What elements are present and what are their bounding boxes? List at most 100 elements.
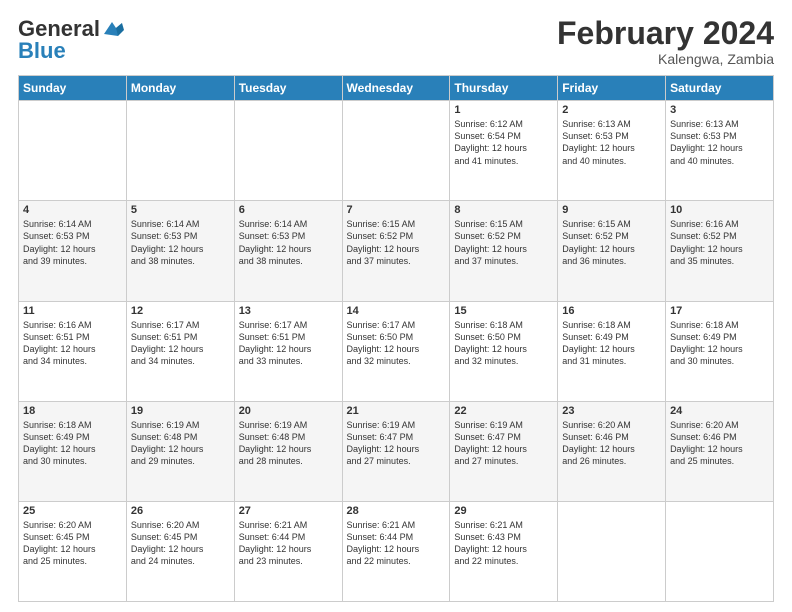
day-number: 9 [562,204,661,216]
table-row: 23 Sunrise: 6:20 AM Sunset: 6:46 PM Dayli… [558,401,666,501]
table-row: 16 Sunrise: 6:18 AM Sunset: 6:49 PM Dayli… [558,301,666,401]
day-info: Sunrise: 6:19 AM Sunset: 6:48 PM Dayligh… [239,419,338,468]
day-info: Sunrise: 6:14 AM Sunset: 6:53 PM Dayligh… [23,218,122,267]
day-info: Sunrise: 6:18 AM Sunset: 6:49 PM Dayligh… [670,319,769,368]
table-row: 11 Sunrise: 6:16 AM Sunset: 6:51 PM Dayli… [19,301,127,401]
calendar-week-row: 11 Sunrise: 6:16 AM Sunset: 6:51 PM Dayli… [19,301,774,401]
calendar-week-row: 25 Sunrise: 6:20 AM Sunset: 6:45 PM Dayli… [19,501,774,601]
table-row: 20 Sunrise: 6:19 AM Sunset: 6:48 PM Dayli… [234,401,342,501]
day-number: 21 [347,405,446,417]
table-row: 4Sunrise: 6:14 AM Sunset: 6:53 PM Daylig… [19,201,127,301]
table-row: 15Sunrise: 6:18 AM Sunset: 6:50 PM Dayli… [450,301,558,401]
table-row: 22 Sunrise: 6:19 AM Sunset: 6:47 PM Dayli… [450,401,558,501]
col-monday: Monday [126,76,234,101]
table-row [666,501,774,601]
col-wednesday: Wednesday [342,76,450,101]
day-info: Sunrise: 6:17 AM Sunset: 6:51 PM Dayligh… [239,319,338,368]
day-info: Sunrise: 6:19 AM Sunset: 6:47 PM Dayligh… [454,419,553,468]
day-info: Sunrise: 6:20 AM Sunset: 6:46 PM Dayligh… [670,419,769,468]
day-number: 20 [239,405,338,417]
day-number: 3 [670,104,769,116]
col-thursday: Thursday [450,76,558,101]
calendar-table: Sunday Monday Tuesday Wednesday Thursday… [18,75,774,602]
day-number: 12 [131,305,230,317]
day-info: Sunrise: 6:17 AM Sunset: 6:50 PM Dayligh… [347,319,446,368]
table-row: 18 Sunrise: 6:18 AM Sunset: 6:49 PM Dayli… [19,401,127,501]
day-info: Sunrise: 6:16 AM Sunset: 6:51 PM Dayligh… [23,319,122,368]
day-number: 1 [454,104,553,116]
day-number: 11 [23,305,122,317]
day-number: 23 [562,405,661,417]
table-row: 29Sunrise: 6:21 AM Sunset: 6:43 PM Dayli… [450,501,558,601]
table-row: 19 Sunrise: 6:19 AM Sunset: 6:48 PM Dayli… [126,401,234,501]
table-row: 6 Sunrise: 6:14 AM Sunset: 6:53 PM Daylig… [234,201,342,301]
day-info: Sunrise: 6:15 AM Sunset: 6:52 PM Dayligh… [562,218,661,267]
col-friday: Friday [558,76,666,101]
day-info: Sunrise: 6:14 AM Sunset: 6:53 PM Dayligh… [131,218,230,267]
table-row: 21Sunrise: 6:19 AM Sunset: 6:47 PM Dayli… [342,401,450,501]
day-number: 13 [239,305,338,317]
table-row: 9 Sunrise: 6:15 AM Sunset: 6:52 PM Daylig… [558,201,666,301]
day-number: 19 [131,405,230,417]
table-row: 2Sunrise: 6:13 AM Sunset: 6:53 PM Daylig… [558,101,666,201]
day-info: Sunrise: 6:20 AM Sunset: 6:46 PM Dayligh… [562,419,661,468]
table-row [558,501,666,601]
logo: General Blue [18,16,124,64]
col-tuesday: Tuesday [234,76,342,101]
day-info: Sunrise: 6:19 AM Sunset: 6:48 PM Dayligh… [131,419,230,468]
day-info: Sunrise: 6:21 AM Sunset: 6:44 PM Dayligh… [347,519,446,568]
day-info: Sunrise: 6:13 AM Sunset: 6:53 PM Dayligh… [562,118,661,167]
logo-blue: Blue [18,38,66,64]
table-row: 25 Sunrise: 6:20 AM Sunset: 6:45 PM Dayli… [19,501,127,601]
day-number: 25 [23,505,122,517]
day-number: 18 [23,405,122,417]
page-header: General Blue February 2024 Kalengwa, Zam… [18,16,774,67]
calendar-header-row: Sunday Monday Tuesday Wednesday Thursday… [19,76,774,101]
day-number: 16 [562,305,661,317]
day-number: 17 [670,305,769,317]
day-number: 22 [454,405,553,417]
day-info: Sunrise: 6:14 AM Sunset: 6:53 PM Dayligh… [239,218,338,267]
table-row: 8Sunrise: 6:15 AM Sunset: 6:52 PM Daylig… [450,201,558,301]
day-number: 24 [670,405,769,417]
day-number: 10 [670,204,769,216]
table-row [342,101,450,201]
table-row: 26Sunrise: 6:20 AM Sunset: 6:45 PM Dayli… [126,501,234,601]
table-row: 17 Sunrise: 6:18 AM Sunset: 6:49 PM Dayli… [666,301,774,401]
day-number: 27 [239,505,338,517]
table-row: 13 Sunrise: 6:17 AM Sunset: 6:51 PM Dayli… [234,301,342,401]
table-row: 1 Sunrise: 6:12 AM Sunset: 6:54 PM Daylig… [450,101,558,201]
table-row: 12Sunrise: 6:17 AM Sunset: 6:51 PM Dayli… [126,301,234,401]
day-info: Sunrise: 6:18 AM Sunset: 6:49 PM Dayligh… [23,419,122,468]
day-info: Sunrise: 6:18 AM Sunset: 6:49 PM Dayligh… [562,319,661,368]
day-number: 28 [347,505,446,517]
day-info: Sunrise: 6:13 AM Sunset: 6:53 PM Dayligh… [670,118,769,167]
table-row [234,101,342,201]
day-number: 8 [454,204,553,216]
logo-bird-icon [102,20,124,38]
day-info: Sunrise: 6:12 AM Sunset: 6:54 PM Dayligh… [454,118,553,167]
day-number: 7 [347,204,446,216]
day-info: Sunrise: 6:15 AM Sunset: 6:52 PM Dayligh… [347,218,446,267]
table-row: 10Sunrise: 6:16 AM Sunset: 6:52 PM Dayli… [666,201,774,301]
title-area: February 2024 Kalengwa, Zambia [557,16,774,67]
table-row: 27 Sunrise: 6:21 AM Sunset: 6:44 PM Dayli… [234,501,342,601]
day-info: Sunrise: 6:18 AM Sunset: 6:50 PM Dayligh… [454,319,553,368]
table-row: 28 Sunrise: 6:21 AM Sunset: 6:44 PM Dayli… [342,501,450,601]
day-number: 6 [239,204,338,216]
table-row: 24 Sunrise: 6:20 AM Sunset: 6:46 PM Dayli… [666,401,774,501]
calendar-week-row: 1 Sunrise: 6:12 AM Sunset: 6:54 PM Daylig… [19,101,774,201]
table-row: 14 Sunrise: 6:17 AM Sunset: 6:50 PM Dayli… [342,301,450,401]
table-row [126,101,234,201]
day-info: Sunrise: 6:20 AM Sunset: 6:45 PM Dayligh… [23,519,122,568]
table-row [19,101,127,201]
day-number: 29 [454,505,553,517]
day-info: Sunrise: 6:21 AM Sunset: 6:44 PM Dayligh… [239,519,338,568]
day-number: 14 [347,305,446,317]
table-row: 5Sunrise: 6:14 AM Sunset: 6:53 PM Daylig… [126,201,234,301]
col-saturday: Saturday [666,76,774,101]
table-row: 3 Sunrise: 6:13 AM Sunset: 6:53 PM Daylig… [666,101,774,201]
calendar-week-row: 4Sunrise: 6:14 AM Sunset: 6:53 PM Daylig… [19,201,774,301]
calendar-week-row: 18 Sunrise: 6:18 AM Sunset: 6:49 PM Dayli… [19,401,774,501]
table-row: 7 Sunrise: 6:15 AM Sunset: 6:52 PM Daylig… [342,201,450,301]
